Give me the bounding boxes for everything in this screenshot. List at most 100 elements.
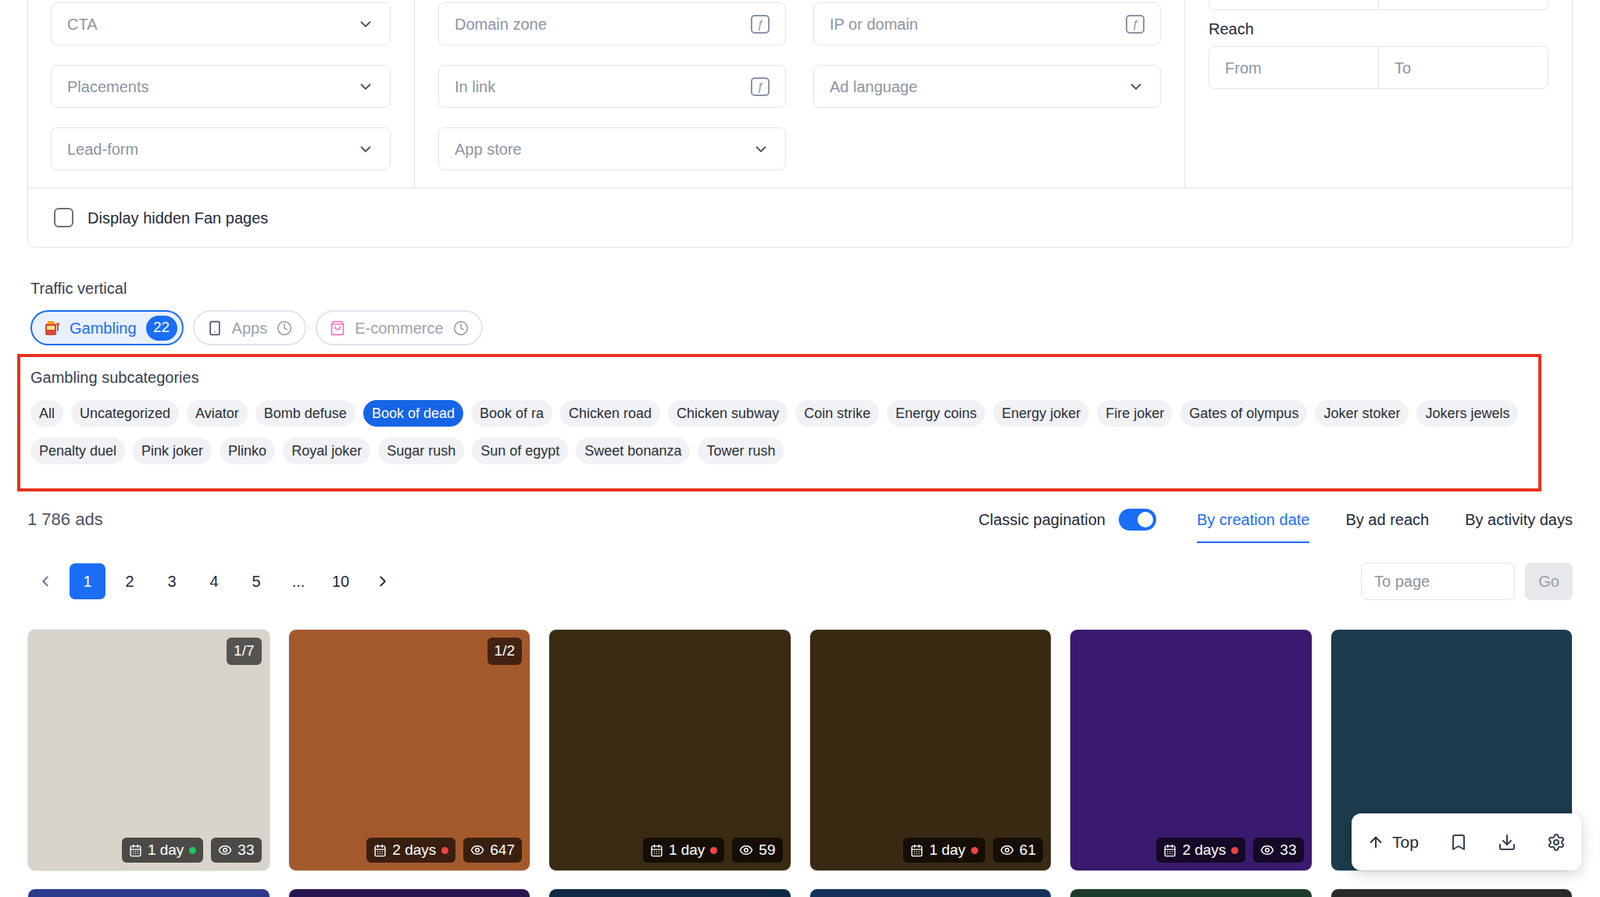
sort-tabs: By creation date By ad reach By activity d…	[1196, 505, 1573, 543]
page-button[interactable]: 10	[322, 563, 359, 600]
vertical-chip-label: Gambling	[69, 316, 137, 340]
sort-tab[interactable]: By activity days	[1464, 505, 1573, 543]
app: CTA Placements Lead-form Domain zoneƒ IP or …	[0, 0, 1600, 897]
page-button[interactable]: 5	[238, 563, 275, 600]
slot-machine-icon	[42, 319, 61, 337]
filter-field[interactable]: In linkƒ	[438, 64, 786, 108]
views-count: 33	[237, 839, 254, 862]
subcategory-chip[interactable]: Energy coins	[886, 400, 986, 427]
ad-card[interactable]	[548, 888, 792, 897]
sort-tab[interactable]: By creation date	[1196, 505, 1311, 543]
subcategory-chip[interactable]: Plinko	[219, 437, 275, 465]
ad-card[interactable]: 2 days33	[1069, 628, 1313, 872]
activity-days: 1 day	[928, 839, 965, 862]
reach-from-input[interactable]: From	[1209, 46, 1379, 89]
filter-field[interactable]: Domain zoneƒ	[438, 2, 786, 46]
filter-field[interactable]: Lead-form	[50, 127, 391, 171]
ad-card[interactable]: 1/22 days647	[288, 628, 532, 872]
traffic-vertical-chips: Gambling22AppsE-commerce	[27, 310, 1573, 346]
vertical-chip[interactable]: Gambling22	[30, 310, 184, 346]
hidden-fan-pages-checkbox[interactable]	[53, 207, 74, 228]
checkbox-label: Display hidden Fan pages	[87, 206, 268, 230]
subcategory-chip[interactable]: Pink joker	[132, 437, 212, 465]
subcategory-chip[interactable]: Royal joker	[282, 437, 371, 465]
subcategory-chip[interactable]: Aviator	[186, 400, 248, 427]
vertical-chip[interactable]: Apps	[192, 310, 308, 346]
range-field[interactable]	[1208, 0, 1549, 11]
subcategory-chip[interactable]: Gates of olympus	[1180, 400, 1308, 427]
filter-field[interactable]: Placements	[50, 64, 391, 108]
gear-icon[interactable]	[1546, 832, 1566, 852]
chevron-down-icon	[357, 140, 375, 158]
subcategory-chip[interactable]: Energy joker	[992, 400, 1090, 427]
filter-field[interactable]: CTA	[50, 2, 391, 46]
floating-toolbar: Top	[1351, 813, 1582, 871]
chevron-left-icon	[36, 572, 54, 590]
status-dot	[189, 846, 197, 854]
to-page-input[interactable]: To page	[1360, 562, 1515, 600]
next-page-button[interactable]	[364, 563, 401, 600]
filter-sections: CTA Placements Lead-form Domain zoneƒ IP or …	[28, 0, 1572, 188]
subcategory-chip[interactable]: Book of dead	[363, 400, 464, 427]
filter-field[interactable]: Ad language	[813, 64, 1161, 108]
page-button[interactable]: 4	[196, 563, 233, 600]
subcategory-chip[interactable]: Book of ra	[471, 400, 553, 427]
subcategory-chip[interactable]: Bomb defuse	[255, 400, 356, 427]
vertical-chip[interactable]: E-commerce	[315, 310, 483, 346]
filter-panel: CTA Placements Lead-form Domain zoneƒ IP or …	[27, 0, 1573, 248]
filter-field[interactable]: App store	[438, 127, 786, 171]
page-button[interactable]: ...	[280, 563, 317, 600]
subcategory-chips: All Uncategorized Aviator Bomb defuse Book o…	[30, 400, 1531, 465]
clock-icon	[453, 320, 469, 336]
bookmark-icon[interactable]	[1449, 832, 1468, 852]
hidden-fan-pages-row: Display hidden Fan pages	[28, 187, 1572, 247]
prev-page-button[interactable]	[27, 563, 64, 600]
subcategory-chip[interactable]: Sugar rush	[378, 437, 465, 465]
field-placeholder: Placements	[67, 75, 150, 99]
page-content: CTA Placements Lead-form Domain zoneƒ IP or …	[0, 0, 1600, 897]
subcategory-chip[interactable]: Chicken road	[560, 400, 661, 427]
ad-card[interactable]	[809, 888, 1053, 897]
reach-to-input[interactable]: To	[1378, 46, 1548, 89]
sort-tab[interactable]: By ad reach	[1345, 505, 1429, 543]
subcategory-chip[interactable]: Chicken subway	[667, 400, 788, 427]
subcategory-chip[interactable]: Tower rush	[697, 437, 784, 465]
eye-icon	[739, 842, 754, 858]
scroll-top-button[interactable]: Top	[1367, 829, 1419, 855]
eye-icon	[1260, 842, 1275, 858]
go-button[interactable]: Go	[1525, 562, 1573, 600]
views-badge: 647	[463, 837, 522, 863]
ad-card[interactable]	[288, 888, 532, 897]
ad-card[interactable]	[27, 888, 271, 897]
field-placeholder: CTA	[67, 12, 98, 36]
page-button[interactable]: 3	[153, 563, 190, 600]
status-dot	[971, 846, 979, 854]
media-counter: 1/7	[226, 637, 261, 665]
subcategory-chip[interactable]: Fire joker	[1096, 400, 1173, 427]
subcategory-chip[interactable]: Sun of egypt	[471, 437, 568, 465]
subcategory-chip[interactable]: Penalty duel	[30, 437, 125, 465]
eye-icon	[470, 842, 485, 858]
page-button[interactable]: 1	[69, 563, 106, 600]
classic-pagination: Classic pagination	[978, 505, 1157, 531]
calendar-icon	[128, 843, 143, 858]
subcategory-chip[interactable]: All	[30, 400, 64, 427]
classic-pagination-toggle[interactable]	[1118, 508, 1157, 531]
subcategory-chip[interactable]: Sweet bonanza	[575, 437, 690, 465]
filter-field[interactable]: IP or domainƒ	[813, 2, 1161, 46]
ad-card[interactable]: 1 day59	[548, 628, 792, 872]
subcategory-chip[interactable]: Joker stoker	[1314, 400, 1409, 427]
smartphone-icon	[207, 320, 223, 336]
download-icon[interactable]	[1497, 832, 1517, 852]
ad-card[interactable]: 1/71 day33	[27, 628, 271, 872]
subcategory-chip[interactable]: Uncategorized	[71, 400, 179, 427]
chevron-down-icon	[752, 140, 770, 158]
ad-card[interactable]: 1 day61	[809, 628, 1053, 872]
subcategory-chip[interactable]: Coin strike	[795, 400, 879, 427]
subcategory-chip[interactable]: Jokers jewels	[1416, 400, 1518, 427]
ad-card[interactable]	[1069, 888, 1313, 897]
page-button[interactable]: 2	[111, 563, 148, 600]
field-placeholder: Lead-form	[67, 137, 139, 161]
eye-icon	[1000, 842, 1015, 858]
ad-card[interactable]	[1330, 888, 1574, 897]
